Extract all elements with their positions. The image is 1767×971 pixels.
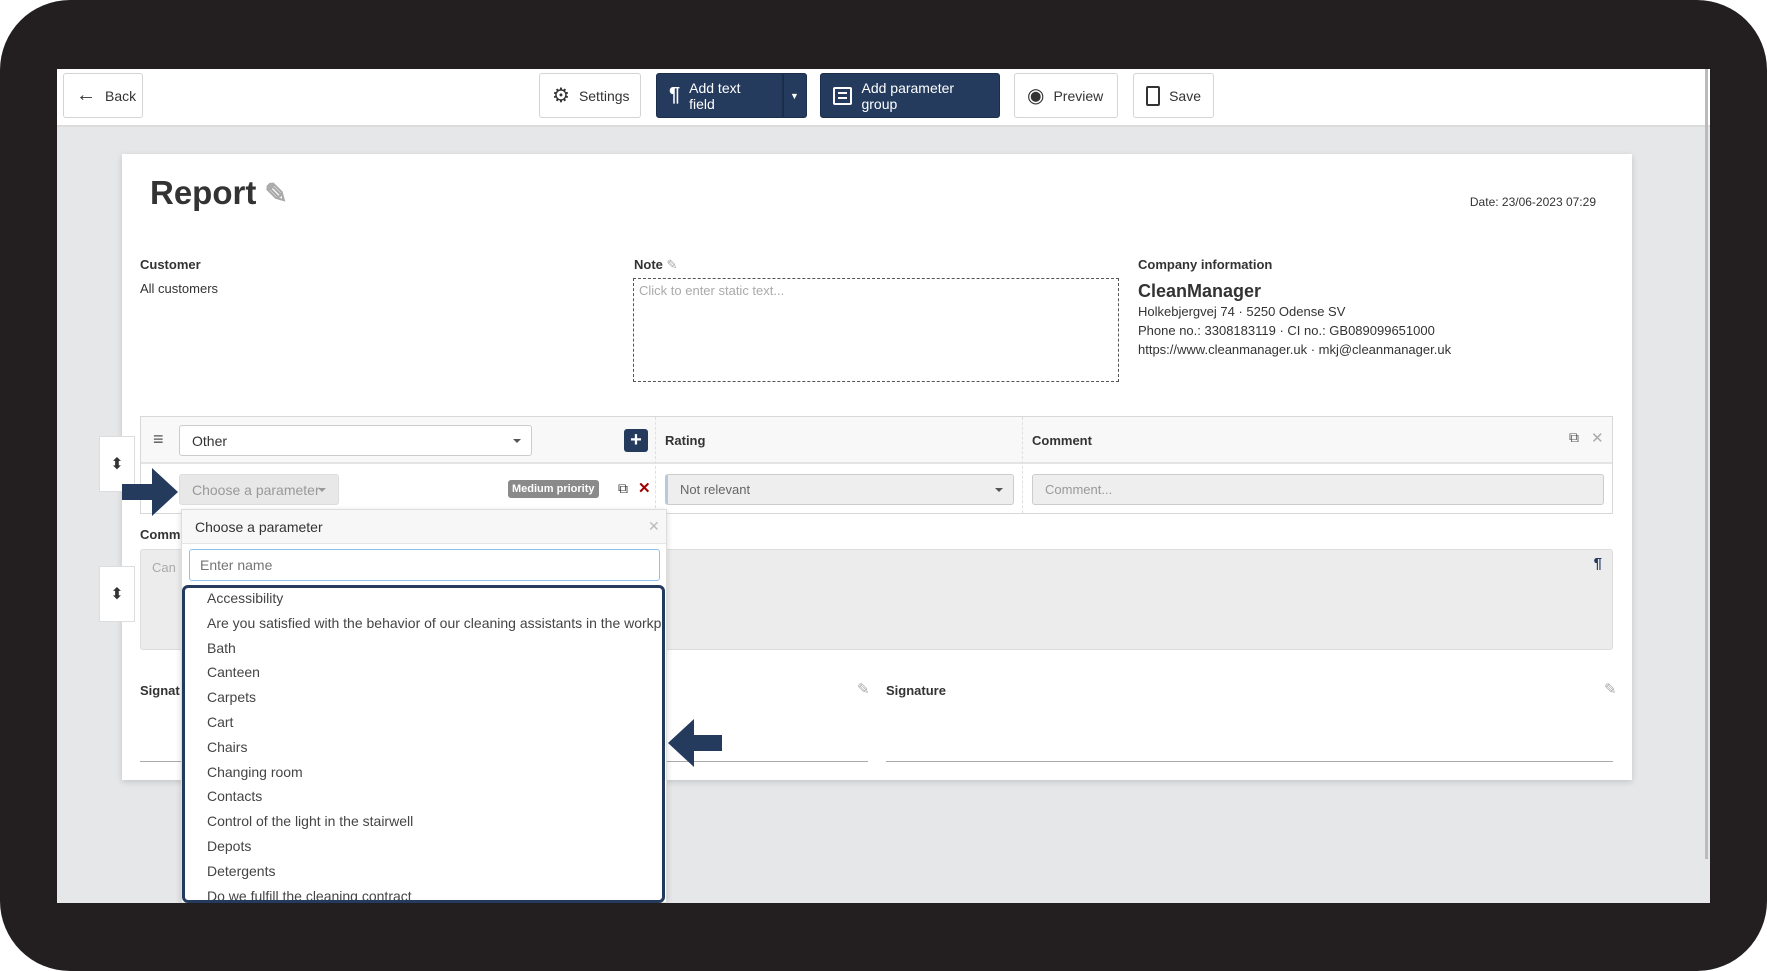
copy-icon[interactable]: ⧉ — [618, 480, 628, 497]
group-select[interactable]: Other — [179, 425, 532, 456]
note-textbox[interactable]: Click to enter static text... — [633, 278, 1119, 382]
app-window: ← Back ⚙ Settings ¶ Add text field ▼ Add… — [57, 69, 1710, 903]
preview-button[interactable]: ◉ Preview — [1014, 73, 1118, 118]
drag-handle[interactable]: ⬍ — [99, 566, 135, 622]
parameter-option[interactable]: Contacts — [207, 784, 262, 809]
choose-parameter-button[interactable]: Choose a parameter — [179, 474, 339, 505]
customer-value: All customers — [140, 281, 219, 296]
company-phone: Phone no.: 3308183119 · CI no.: GB089099… — [1138, 323, 1435, 338]
pencil-icon[interactable]: ✎ — [1604, 680, 1617, 698]
priority-badge[interactable]: Medium priority — [508, 480, 599, 498]
caret-down-icon: ▼ — [790, 90, 799, 101]
note-label: Note — [634, 257, 663, 272]
arrow-left-annotation — [668, 719, 722, 767]
back-button[interactable]: ← Back — [63, 73, 143, 118]
paragraph-icon: ¶ — [669, 84, 681, 106]
note-placeholder: Click to enter static text... — [639, 283, 785, 298]
comments-placeholder: Can — [152, 560, 176, 575]
rating-select[interactable]: Not relevant — [665, 474, 1014, 505]
eye-icon: ◉ — [1027, 85, 1045, 107]
company-address: Holkebjergvej 74 · 5250 Odense SV — [1138, 304, 1346, 319]
parameter-option[interactable]: Cart — [207, 710, 233, 735]
paragraph-icon[interactable]: ¶ — [1594, 555, 1602, 572]
parameter-dropdown: Choose a parameter ✕ AccessibilityAre yo… — [181, 509, 667, 903]
parameter-option[interactable]: Bath — [207, 636, 236, 661]
company-label: Company information — [1138, 257, 1273, 272]
add-parameter-group-label: Add parameter group — [861, 79, 955, 112]
dropdown-title: Choose a parameter — [195, 519, 323, 535]
signature-label-right: Signature — [886, 683, 946, 698]
scrollbar[interactable] — [1705, 69, 1708, 859]
arrow-left-icon: ← — [76, 84, 96, 106]
rating-header: Rating — [665, 433, 706, 448]
add-parameter-button[interactable]: + — [624, 429, 648, 452]
save-label: Save — [1169, 87, 1201, 104]
toolbar: ← Back ⚙ Settings ¶ Add text field ▼ Add… — [57, 69, 1710, 127]
report-title: Report — [150, 174, 257, 211]
pencil-icon[interactable]: ✎ — [264, 177, 287, 210]
customer-label: Customer — [140, 257, 201, 272]
floppy-disk-icon — [1146, 85, 1161, 106]
close-icon[interactable]: ✕ — [1591, 429, 1604, 447]
parameter-option[interactable]: Depots — [207, 834, 251, 859]
hamburger-icon[interactable]: ≡ — [153, 429, 164, 450]
gear-icon: ⚙ — [552, 85, 570, 107]
settings-button[interactable]: ⚙ Settings — [539, 73, 641, 118]
settings-label: Settings — [578, 87, 630, 104]
copy-icon[interactable]: ⧉ — [1569, 429, 1579, 446]
signature-line-right[interactable] — [886, 761, 1613, 762]
caret-down-icon — [995, 487, 1003, 492]
rating-value: Not relevant — [680, 482, 751, 497]
caret-down-icon — [318, 487, 326, 492]
pencil-icon[interactable]: ✎ — [667, 257, 678, 272]
signature-label-left: Signat — [140, 683, 180, 698]
parameter-option[interactable]: Changing room — [207, 760, 303, 785]
parameter-search-input[interactable] — [189, 549, 660, 581]
preview-label: Preview — [1053, 87, 1104, 104]
company-web: https://www.cleanmanager.uk · mkj@cleanm… — [1138, 342, 1452, 357]
add-text-field-dropdown[interactable]: ▼ — [783, 73, 807, 118]
parameter-table: ≡ Other + Rating Comment ⧉ ✕ Choose a pa… — [140, 416, 1613, 514]
parameter-option[interactable]: Do we fulfill the cleaning contract — [207, 884, 412, 900]
comment-header: Comment — [1032, 433, 1092, 448]
parameter-option[interactable]: Canteen — [207, 660, 260, 685]
report-date: Date: 23/06-2023 07:29 — [1469, 195, 1596, 209]
parameter-option[interactable]: Accessibility — [207, 588, 283, 611]
choose-parameter-label: Choose a parameter — [192, 481, 320, 498]
pencil-icon[interactable]: ✎ — [857, 680, 870, 698]
parameter-option[interactable]: Are you satisfied with the behavior of o… — [207, 611, 662, 636]
caret-down-icon — [513, 438, 521, 443]
comments-label: Comm — [140, 527, 181, 542]
add-parameter-group-button[interactable]: Add parameter group — [820, 73, 1000, 118]
parameter-option[interactable]: Carpets — [207, 685, 256, 710]
add-text-field-button[interactable]: ¶ Add text field — [656, 73, 783, 118]
add-text-field-label: Add text field — [689, 79, 741, 112]
arrow-right-annotation — [122, 468, 178, 516]
comment-input[interactable]: Comment... — [1032, 474, 1604, 505]
company-name: CleanManager — [1138, 281, 1262, 301]
comment-placeholder: Comment... — [1045, 482, 1113, 497]
parameter-option[interactable]: Chairs — [207, 735, 247, 760]
list-icon — [833, 86, 853, 105]
save-button[interactable]: Save — [1133, 73, 1214, 118]
delete-icon[interactable]: ✕ — [638, 479, 651, 497]
parameter-option[interactable]: Control of the light in the stairwell — [207, 809, 413, 834]
parameter-list[interactable]: Accessibility Are you satisfied with the … — [182, 585, 665, 903]
group-select-value: Other — [192, 432, 228, 449]
back-label: Back — [105, 87, 137, 104]
sort-arrows-icon: ⬍ — [110, 586, 124, 603]
close-icon[interactable]: ✕ — [648, 518, 660, 535]
parameter-option[interactable]: Detergents — [207, 859, 275, 884]
